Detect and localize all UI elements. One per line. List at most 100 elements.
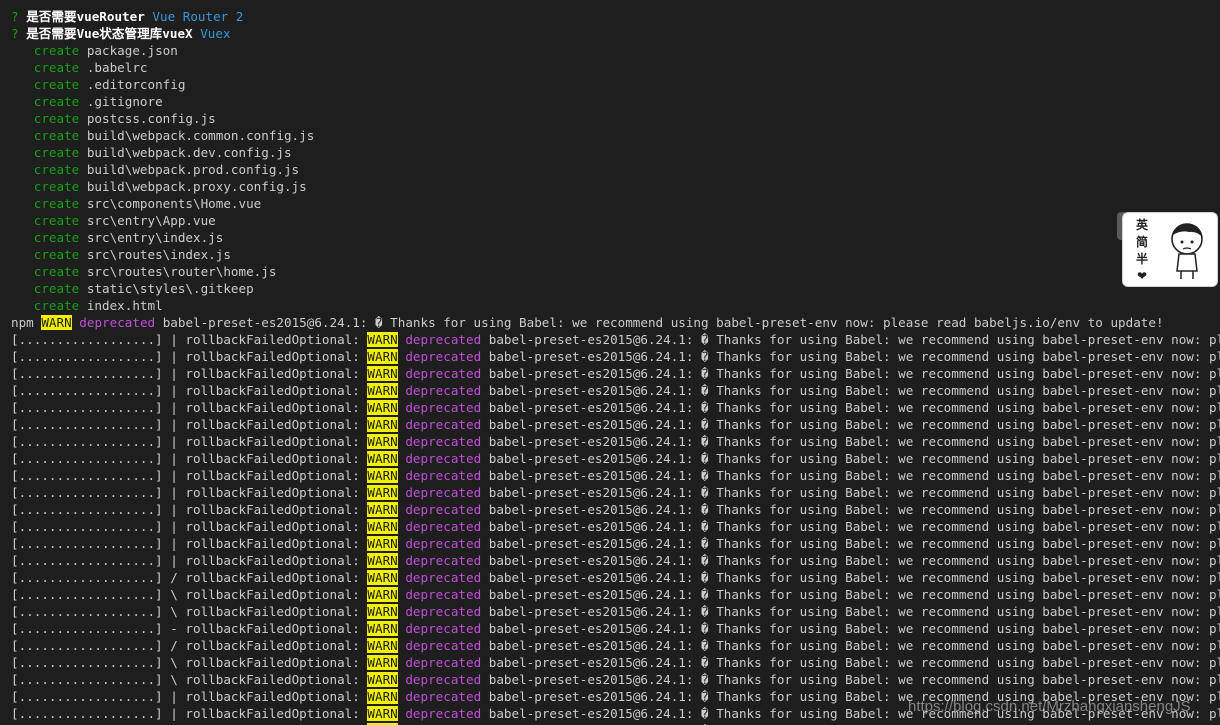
warn-message: babel-preset-es2015@6.24.1: � Thanks for… [155, 315, 1164, 330]
spinner-glyph: | [170, 502, 178, 517]
warn-message: babel-preset-es2015@6.24.1: � Thanks for… [488, 383, 1220, 398]
progress-label: rollbackFailedOptional: [177, 536, 368, 551]
created-file-path: postcss.config.js [86, 111, 216, 126]
progress-bar: [..................] [11, 434, 163, 449]
deprecated-tag: deprecated [405, 689, 482, 704]
warn-badge: WARN [367, 655, 398, 670]
progress-label: rollbackFailedOptional: [177, 519, 368, 534]
spinner-glyph: / [170, 570, 178, 585]
warn-badge: WARN [367, 570, 398, 585]
progress-line: [..................] | rollbackFailedOpt… [11, 416, 1220, 433]
warn-message: babel-preset-es2015@6.24.1: � Thanks for… [488, 570, 1220, 585]
warn-badge: WARN [367, 332, 398, 347]
create-line: create src\entry\index.js [11, 229, 1220, 246]
spinner-glyph: | [170, 706, 178, 721]
create-label: create [33, 247, 80, 262]
deprecated-tag: deprecated [405, 434, 482, 449]
create-line: create package.json [11, 42, 1220, 59]
create-line: create static\styles\.gitkeep [11, 280, 1220, 297]
warn-badge: WARN [367, 587, 398, 602]
created-file-path: .editorconfig [86, 77, 186, 92]
warn-badge: WARN [367, 383, 398, 398]
progress-line: [..................] | rollbackFailedOpt… [11, 348, 1220, 365]
spinner-glyph: | [170, 434, 178, 449]
prompt-answer: Vuex [200, 26, 231, 41]
created-file-path: package.json [86, 43, 178, 58]
deprecated-tag: deprecated [405, 553, 482, 568]
spinner-glyph: | [170, 519, 178, 534]
ime-mode-indicators[interactable]: 英 简 半 ❤ [1133, 217, 1151, 285]
create-label: create [33, 145, 80, 160]
created-file-path: .gitignore [86, 94, 163, 109]
created-file-path: src\routes\index.js [86, 247, 231, 262]
ime-lang-indicator[interactable]: 英 [1133, 217, 1151, 234]
ime-script-indicator[interactable]: 简 [1133, 234, 1151, 251]
warn-badge: WARN [367, 536, 398, 551]
create-label: create [33, 230, 80, 245]
progress-label: rollbackFailedOptional: [177, 417, 368, 432]
progress-label: rollbackFailedOptional: [177, 621, 368, 636]
warn-badge: WARN [367, 519, 398, 534]
deprecated-tag: deprecated [79, 315, 156, 330]
warn-message: babel-preset-es2015@6.24.1: � Thanks for… [488, 332, 1220, 347]
progress-line: [..................] | rollbackFailedOpt… [11, 399, 1220, 416]
create-file-list: create package.json create .babelrc crea… [11, 42, 1220, 314]
deprecated-tag: deprecated [405, 349, 482, 364]
create-line: create index.html [11, 297, 1220, 314]
create-label: create [33, 213, 80, 228]
created-file-path: src\entry\App.vue [86, 213, 216, 228]
progress-bar: [..................] [11, 689, 163, 704]
deprecated-tag: deprecated [405, 332, 482, 347]
spinner-glyph: \ [170, 604, 178, 619]
progress-label: rollbackFailedOptional: [177, 332, 368, 347]
warn-message: babel-preset-es2015@6.24.1: � Thanks for… [488, 502, 1220, 517]
create-line: create build\webpack.proxy.config.js [11, 178, 1220, 195]
warn-message: babel-preset-es2015@6.24.1: � Thanks for… [488, 451, 1220, 466]
progress-label: rollbackFailedOptional: [177, 587, 368, 602]
progress-line: [..................] | rollbackFailedOpt… [11, 450, 1220, 467]
spinner-glyph: | [170, 468, 178, 483]
spinner-glyph: - [170, 621, 178, 636]
created-file-path: build\webpack.prod.config.js [86, 162, 300, 177]
progress-label: rollbackFailedOptional: [177, 502, 368, 517]
progress-bar: [..................] [11, 417, 163, 432]
progress-bar: [..................] [11, 706, 163, 721]
progress-label: rollbackFailedOptional: [177, 672, 368, 687]
progress-label: rollbackFailedOptional: [177, 706, 368, 721]
created-file-path: index.html [86, 298, 163, 313]
spinner-glyph: | [170, 332, 178, 347]
prompt-question: 是否需要Vue状态管理库vueX [26, 26, 193, 41]
terminal-output[interactable]: ? 是否需要vueRouter Vue Router 2 ? 是否需要Vue状态… [11, 8, 1220, 725]
progress-bar: [..................] [11, 485, 163, 500]
deprecated-tag: deprecated [405, 468, 482, 483]
progress-label: rollbackFailedOptional: [177, 604, 368, 619]
warn-badge: WARN [367, 451, 398, 466]
create-line: create src\components\Home.vue [11, 195, 1220, 212]
ime-status-widget[interactable]: 英 简 半 ❤ [1122, 212, 1218, 287]
create-label: create [33, 162, 80, 177]
spinner-glyph: | [170, 536, 178, 551]
create-line: create src\routes\index.js [11, 246, 1220, 263]
warn-badge: WARN [367, 604, 398, 619]
created-file-path: build\webpack.proxy.config.js [86, 179, 307, 194]
progress-bar: [..................] [11, 638, 163, 653]
progress-line: [..................] \ rollbackFailedOpt… [11, 654, 1220, 671]
deprecated-tag: deprecated [405, 655, 482, 670]
warn-badge: WARN [367, 621, 398, 636]
spinner-glyph: | [170, 349, 178, 364]
created-file-path: .babelrc [86, 60, 148, 75]
create-label: create [33, 298, 80, 313]
warn-message: babel-preset-es2015@6.24.1: � Thanks for… [488, 468, 1220, 483]
progress-label: rollbackFailedOptional: [177, 570, 368, 585]
spinner-glyph: | [170, 451, 178, 466]
deprecated-tag: deprecated [405, 604, 482, 619]
create-label: create [33, 77, 80, 92]
create-line: create src\routes\router\home.js [11, 263, 1220, 280]
deprecated-tag: deprecated [405, 570, 482, 585]
deprecated-tag: deprecated [405, 706, 482, 721]
spinner-glyph: | [170, 689, 178, 704]
ime-width-indicator[interactable]: 半 [1133, 251, 1151, 268]
created-file-path: static\styles\.gitkeep [86, 281, 254, 296]
progress-label: rollbackFailedOptional: [177, 655, 368, 670]
progress-line: [..................] / rollbackFailedOpt… [11, 569, 1220, 586]
